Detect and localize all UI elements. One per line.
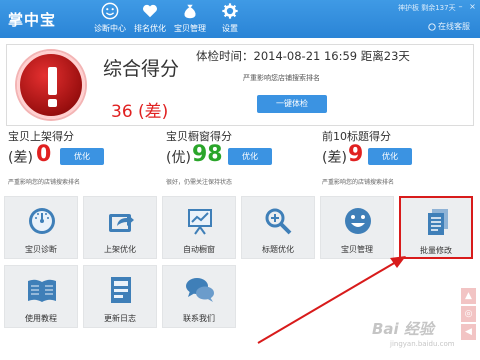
main-nav: 诊断中心 排名优化 宝贝管理 设置 [90,0,250,38]
subscore-desc: 很好，仍需关注保持状态 [166,179,233,186]
share-icon [104,206,138,236]
scroll-up-alt-button[interactable]: ◎ [461,306,476,322]
tile-contact-us[interactable]: 联系我们 [162,265,236,328]
tile-label: 批量修改 [420,246,452,255]
window-controls: – × [456,2,477,11]
optimize-button[interactable]: 优化 [368,148,412,165]
tile-label: 宝贝管理 [341,245,373,254]
watermark-url: jingyan.baidu.com [390,340,455,348]
nav-item-manage[interactable]: 宝贝管理 [170,0,210,38]
subscore-listing: 宝贝上架得分 (差) 0 优化 严重影响您的店铺搜索排名 [8,128,158,186]
tile-title-optimize[interactable]: 标题优化 [241,196,315,259]
minimize-icon[interactable]: – [456,2,465,11]
subscore-value: 0 [36,142,52,167]
headset-icon [428,22,436,31]
subscore-top10-title: 前10标题得分 (差) 9 优化 严重影响您的店铺搜索排名 [322,128,472,186]
subscore-desc: 严重影响您的店铺搜索排名 [322,179,395,186]
tile-tutorial[interactable]: 使用教程 [4,265,78,328]
gauge-icon [25,206,59,236]
nav-label: 设置 [222,24,238,33]
gear-icon [222,3,238,19]
tile-item-manage[interactable]: 宝贝管理 [320,196,394,259]
danger-exclamation-icon [17,51,85,119]
tile-label: 使用教程 [25,314,57,323]
heart-icon [142,4,158,18]
smiley-face-icon [341,206,375,236]
subscore-showcase: 宝贝橱窗得分 (优) 98 优化 很好，仍需关注保持状态 [166,128,316,186]
smiley-icon [101,2,119,20]
tile-changelog[interactable]: 更新日志 [83,265,157,328]
nav-label: 宝贝管理 [174,24,206,33]
subscore-rating: (优) [166,150,191,166]
optimize-button[interactable]: 优化 [60,148,104,165]
open-book-icon [25,275,59,305]
tile-label: 上架优化 [104,245,136,254]
user-status: 神护板 剩余137天 [398,4,456,12]
tile-label: 宝贝诊断 [25,245,57,254]
subscore-rating: (差) [322,150,347,166]
scroll-back-button[interactable]: ◀ [461,324,476,340]
subscore-rating: (差) [8,150,33,166]
scroll-up-button[interactable]: ▲ [461,288,476,304]
tile-item-diagnosis[interactable]: 宝贝诊断 [4,196,78,259]
magnifier-icon [262,206,296,236]
nav-diagnosis-center[interactable]: 诊断中心 [90,0,130,38]
overall-score-card: 综合得分 36 (差) 体检时间：2014-08-21 16:59 距离23天 … [6,44,474,126]
log-file-icon [104,275,138,305]
subscore-value: 98 [192,142,223,167]
tile-auto-showcase[interactable]: 自动橱窗 [162,196,236,259]
title-bar: 掌中宝 诊断中心 排名优化 宝贝管理 设置 神护板 剩余137天 – × 在线客… [0,0,480,38]
exam-time: 体检时间：2014-08-21 16:59 距离23天 [196,49,410,63]
money-bag-icon [184,4,196,19]
tile-label: 联系我们 [183,314,215,323]
nav-settings[interactable]: 设置 [210,0,250,38]
watermark: Bai 经验 [372,320,434,338]
subscore-desc: 严重影响您的店铺搜索排名 [8,179,81,186]
one-click-exam-button[interactable]: 一键体检 [257,95,327,113]
nav-label: 诊断中心 [94,24,126,33]
chat-bubbles-icon [183,275,217,305]
documents-icon [421,207,455,237]
subscore-value: 9 [348,142,364,167]
tile-label: 标题优化 [262,245,294,254]
online-service-label: 在线客服 [438,22,470,31]
nav-label: 排名优化 [134,24,166,33]
tile-label: 更新日志 [104,314,136,323]
nav-rank-optimize[interactable]: 排名优化 [130,0,170,38]
presentation-chart-icon [183,206,217,236]
tile-listing-optimize[interactable]: 上架优化 [83,196,157,259]
optimize-button[interactable]: 优化 [228,148,272,165]
online-service-link[interactable]: 在线客服 [428,21,470,32]
score-value: 36 (差) [111,102,169,122]
close-icon[interactable]: × [468,2,477,11]
score-warning: 严重影响您店铺搜索排名 [243,74,320,82]
tile-batch-edit[interactable]: 批量修改 [399,196,473,259]
score-title: 综合得分 [103,58,180,80]
tile-label: 自动橱窗 [183,245,215,254]
app-title: 掌中宝 [8,11,57,29]
